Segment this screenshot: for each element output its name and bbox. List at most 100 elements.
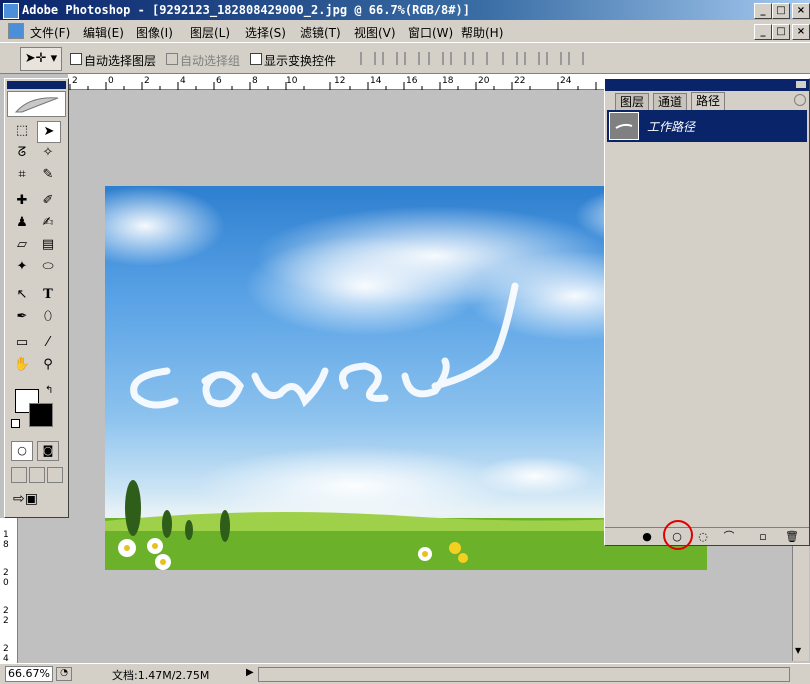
show-transform-checkbox[interactable] [250,53,262,65]
delete-path-icon[interactable]: 🗑 [785,531,799,543]
screen-mode-full-icon[interactable] [47,467,63,483]
tab-layers[interactable]: 图层 [615,93,650,110]
auto-select-layer-checkbox[interactable] [70,53,82,65]
menu-edit[interactable]: 编辑(E) [83,24,124,41]
document-info: 文档:1.47M/2.75M [112,669,210,682]
document-icon[interactable] [8,23,24,39]
distribute-bottom-icon[interactable] [546,52,562,65]
window-title: Adobe Photoshop - [9292123_182808429000_… [22,3,470,17]
jump-to-imageready-icon[interactable]: ⇨▣ [13,491,38,507]
menu-bar: 文件(F) 编辑(E) 图像(I) 图层(L) 选择(S) 滤镜(T) 视图(V… [0,20,810,42]
new-path-icon[interactable]: ▫ [757,531,769,543]
options-bar: ➤✛ ▾ 自动选择图层 自动选择组 显示变换控件 [0,42,810,74]
vertical-ruler[interactable]: 1 8 2 0 2 2 2 4 [0,518,18,664]
default-colors-icon[interactable] [11,419,20,428]
paths-panel: 图层 通道 路径 工作路径 ● ○ ◌ ⌒ ▫ 🗑 [604,78,810,550]
auto-select-group-label: 自动选择组 [180,54,241,68]
brush-tool-icon[interactable]: ✐ [37,191,59,211]
marquee-tool-icon[interactable]: ⬚ [11,121,33,141]
ruler-label: 2 [3,568,9,578]
align-bottom-icon[interactable] [404,52,420,65]
path-list-item[interactable]: 工作路径 [607,110,807,142]
lasso-tool-icon[interactable]: ᘔ [11,143,33,163]
hand-tool-icon[interactable]: ✋ [11,355,33,375]
feather-icon [14,97,59,113]
tab-paths[interactable]: 路径 [691,92,726,110]
move-tool-icon[interactable]: ➤ [37,121,61,143]
feather-logo[interactable] [7,91,66,117]
align-left-icon[interactable] [428,52,444,65]
ruler-label: 0 [3,578,9,588]
align-vcenter-icon[interactable] [382,52,398,65]
panel-titlebar[interactable] [605,79,809,91]
auto-select-group-checkbox[interactable] [166,53,178,65]
panel-minimize-icon[interactable] [796,81,806,88]
gradient-tool-icon[interactable]: ▤ [37,235,59,255]
notes-tool-icon[interactable]: ▭ [11,333,33,353]
crop-tool-icon[interactable]: ⌗ [11,165,33,185]
align-top-icon[interactable] [360,52,376,65]
show-transform-label: 显示变换控件 [264,54,337,68]
ellipse-tool-icon[interactable]: ⬯ [37,307,59,327]
menu-help[interactable]: 帮助(H) [461,24,503,41]
make-work-path-icon[interactable]: ⌒ [723,531,735,543]
minimize-button[interactable]: _ [754,3,772,19]
slice-tool-icon[interactable]: ✎ [37,165,59,185]
panel-menu-icon[interactable] [794,94,806,106]
panel-footer: ● ○ ◌ ⌒ ▫ 🗑 [605,520,809,550]
magic-wand-icon[interactable]: ✧ [37,143,59,163]
tool-preset-picker[interactable]: ➤✛ ▾ [20,47,62,71]
menu-image[interactable]: 图像(I) [136,24,173,41]
distribute-top-icon[interactable] [502,52,518,65]
toolbox-titlebar[interactable] [7,81,66,89]
align-right-icon[interactable] [472,52,488,65]
fill-path-icon[interactable]: ● [641,531,653,543]
path-thumbnail-icon [615,123,633,129]
close-button[interactable]: × [792,3,810,19]
quick-mask-icon[interactable]: ◙ [37,441,59,461]
distribute-left-icon[interactable] [568,52,584,65]
vertical-scrollbar[interactable]: ▼ [792,546,809,661]
title-bar: Adobe Photoshop - [9292123_182808429000_… [0,0,810,20]
menu-layer[interactable]: 图层(L) [190,24,230,41]
doc-restore-button[interactable]: □ [772,24,790,40]
menu-view[interactable]: 视图(V) [354,24,396,41]
zoom-field[interactable]: 66.67% [5,666,53,682]
eraser-tool-icon[interactable]: ▱ [11,235,33,255]
pen-tool-icon[interactable]: ✒ [11,307,33,327]
dodge-tool-icon[interactable]: ⬭ [37,257,59,277]
screen-mode-full-menu-icon[interactable] [29,467,45,483]
menu-filter[interactable]: 滤镜(T) [300,24,341,41]
ruler-label: 2 [3,606,9,616]
maximize-button[interactable]: □ [772,3,790,19]
standard-mode-icon[interactable]: ○ [11,441,33,461]
menu-select[interactable]: 选择(S) [245,24,286,41]
load-path-as-selection-icon[interactable]: ◌ [697,531,709,543]
doc-close-button[interactable]: × [792,24,810,40]
menu-file[interactable]: 文件(F) [30,24,70,41]
swap-colors-icon[interactable]: ↰ [45,385,53,396]
path-name: 工作路径 [647,120,696,134]
status-menu-arrow-icon[interactable]: ▶ [246,667,254,678]
scroll-down-icon[interactable]: ▼ [795,646,801,655]
zoom-tool-icon[interactable]: ⚲ [37,355,59,375]
type-tool-icon[interactable]: T [37,285,59,305]
healing-brush-icon[interactable]: ✚ [11,191,33,211]
align-hcenter-icon[interactable] [450,52,466,65]
history-brush-icon[interactable]: ✍ [37,213,59,233]
menu-window[interactable]: 窗口(W) [408,24,453,41]
blur-tool-icon[interactable]: ✦ [11,257,33,277]
background-color-swatch[interactable] [29,403,53,427]
tab-channels[interactable]: 通道 [653,93,688,110]
ruler-label: 2 [3,644,9,654]
eyedropper-icon[interactable]: ⁄ [37,333,59,353]
horizontal-scrollbar[interactable] [258,667,790,682]
screen-mode-standard-icon[interactable] [11,467,27,483]
status-bar: 66.67% ◔ 文档:1.47M/2.75M ▶ [0,663,810,684]
path-select-icon[interactable]: ↖ [11,285,33,305]
clone-stamp-icon[interactable]: ♟ [11,213,33,233]
distribute-vcenter-icon[interactable] [524,52,540,65]
zoom-icon[interactable]: ◔ [56,667,72,681]
photoshop-app-icon[interactable] [3,3,19,19]
doc-minimize-button[interactable]: _ [754,24,772,40]
